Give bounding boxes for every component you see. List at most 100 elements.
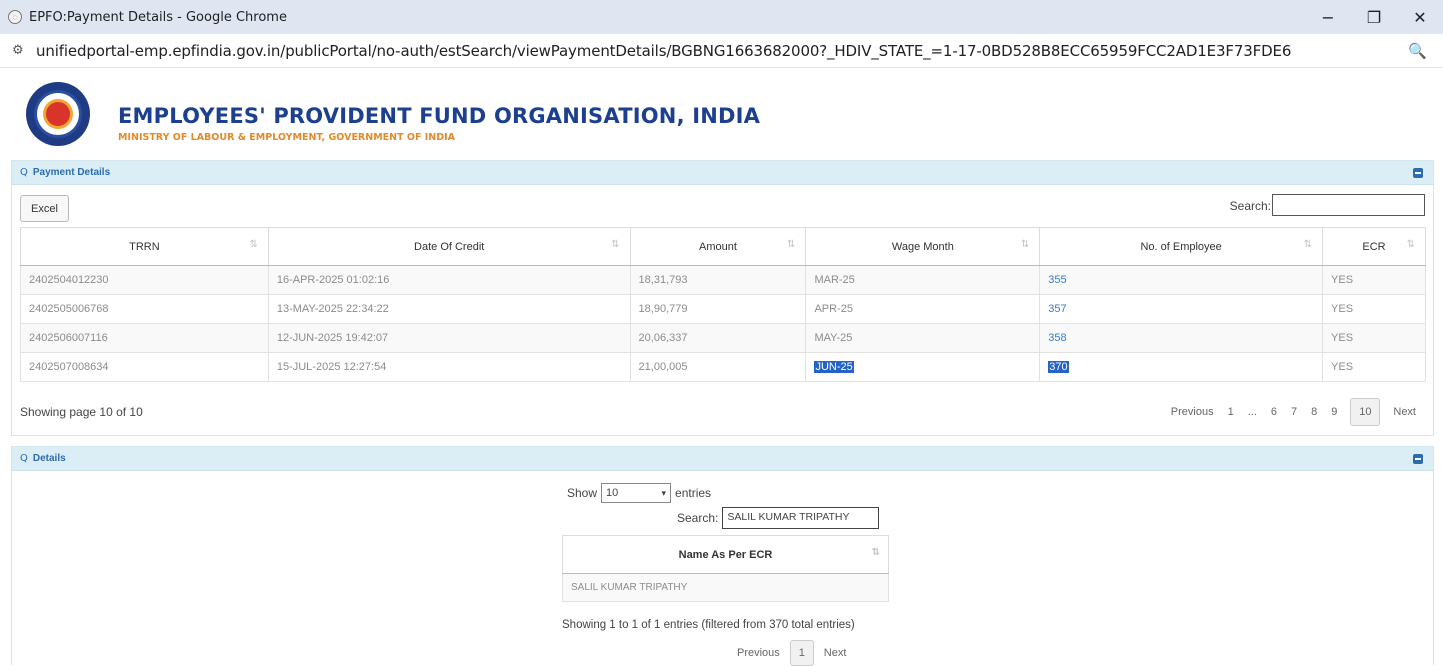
cell-amount: 18,31,793 bbox=[629, 265, 807, 295]
window-controls: − ❐ ✕ bbox=[1305, 0, 1443, 34]
details-pagination: Previous 1 Next bbox=[737, 640, 846, 666]
show-label: Show bbox=[567, 486, 598, 500]
cell-ecr: YES bbox=[1322, 265, 1426, 295]
column-header-wage-month[interactable]: Wage Month ⇅ bbox=[805, 227, 1041, 266]
column-header-trrn[interactable]: TRRN ⇅ bbox=[20, 227, 269, 266]
window-title: EPFO:Payment Details - Google Chrome bbox=[29, 9, 287, 25]
cell-wage-month: APR-25 bbox=[805, 294, 1041, 324]
cell-trrn: 2402506007116 bbox=[20, 323, 269, 353]
ministry-name: MINISTRY OF LABOUR & EMPLOYMENT, GOVERNM… bbox=[118, 132, 456, 143]
selected-employees[interactable]: 370 bbox=[1048, 361, 1069, 373]
sort-icon: ⇅ bbox=[1020, 239, 1030, 250]
entries-select[interactable]: 10 ▾ bbox=[601, 483, 672, 503]
table-row: 2402506007116 12-JUN-2025 19:42:07 20,06… bbox=[20, 323, 1426, 353]
epfo-logo bbox=[26, 82, 90, 146]
sort-icon: ⇅ bbox=[611, 239, 620, 250]
details-search-input[interactable]: SALIL KUMAR TRIPATHY bbox=[722, 507, 880, 529]
pagination-info: Showing page 10 of 10 bbox=[20, 405, 143, 419]
zoom-icon[interactable]: 🔍 bbox=[1408, 42, 1427, 60]
page-7-button[interactable]: 7 bbox=[1284, 406, 1304, 418]
cell-ecr: YES bbox=[1322, 352, 1426, 382]
details-table: Name As Per ECR ⇅ SALIL KUMAR TRIPATHY bbox=[562, 535, 889, 602]
search-label: Search: bbox=[677, 511, 719, 525]
cell-amount: 21,00,005 bbox=[629, 352, 807, 382]
cell-amount: 20,06,337 bbox=[629, 323, 807, 353]
sort-icon: ⇅ bbox=[787, 239, 796, 250]
details-header: Q Details bbox=[12, 447, 1433, 471]
cell-wage-month: JUN-25 bbox=[805, 352, 1041, 382]
cell-date: 16-APR-2025 01:02:16 bbox=[267, 265, 631, 295]
cell-amount: 18,90,779 bbox=[629, 294, 807, 324]
table-row: 2402505006768 13-MAY-2025 22:34:22 18,90… bbox=[20, 294, 1426, 324]
cell-ecr: YES bbox=[1322, 323, 1426, 353]
payment-table: TRRN ⇅ Date Of Credit ⇅ Amount ⇅ Wage Month… bbox=[20, 227, 1426, 382]
selected-wage-month: JUN-25 bbox=[814, 361, 854, 373]
page-6-button[interactable]: 6 bbox=[1264, 406, 1284, 418]
next-page-button[interactable]: Next bbox=[824, 647, 847, 659]
current-page-button[interactable]: 1 bbox=[789, 640, 814, 666]
cell-trrn: 2402505006768 bbox=[20, 294, 269, 324]
panel-title: Payment Details bbox=[32, 167, 111, 178]
collapse-icon[interactable] bbox=[1413, 168, 1423, 178]
employees-link[interactable]: 370 bbox=[1039, 352, 1324, 382]
address-bar: ⚙ unifiedportal-emp.epfindia.gov.in/publ… bbox=[0, 34, 1443, 68]
sort-icon: ⇅ bbox=[1406, 239, 1415, 250]
cell-ecr: YES bbox=[1322, 294, 1426, 324]
page-9-button[interactable]: 9 bbox=[1324, 406, 1344, 418]
collapse-icon[interactable] bbox=[1413, 454, 1423, 464]
details-info: Showing 1 to 1 of 1 entries (filtered fr… bbox=[562, 619, 855, 631]
search-icon: Q bbox=[20, 453, 28, 464]
column-header-date[interactable]: Date Of Credit ⇅ bbox=[267, 227, 631, 266]
close-button[interactable]: ✕ bbox=[1397, 0, 1443, 34]
payment-details-header: Q Payment Details bbox=[12, 161, 1433, 185]
cell-date: 15-JUL-2025 12:27:54 bbox=[267, 352, 631, 382]
site-header: EMPLOYEES' PROVIDENT FUND ORGANISATION, … bbox=[0, 68, 1443, 154]
employees-link[interactable]: 357 bbox=[1039, 294, 1324, 324]
details-search: Search: SALIL KUMAR TRIPATHY bbox=[677, 507, 880, 529]
page-8-button[interactable]: 8 bbox=[1304, 406, 1324, 418]
sort-icon: ⇅ bbox=[871, 547, 880, 558]
page-1-button[interactable]: 1 bbox=[1221, 406, 1241, 418]
excel-button[interactable]: Excel bbox=[20, 195, 69, 222]
chevron-down-icon: ▾ bbox=[661, 487, 667, 498]
employees-link[interactable]: 355 bbox=[1039, 265, 1324, 295]
cell-trrn: 2402504012230 bbox=[20, 265, 269, 295]
cell-date: 13-MAY-2025 22:34:22 bbox=[267, 294, 631, 324]
cell-wage-month: MAY-25 bbox=[805, 323, 1041, 353]
cell-date: 12-JUN-2025 19:42:07 bbox=[267, 323, 631, 353]
sort-icon: ⇅ bbox=[1303, 239, 1313, 250]
page-favicon-icon: ◌ bbox=[8, 10, 22, 24]
column-header-name[interactable]: Name As Per ECR ⇅ bbox=[562, 535, 889, 574]
restore-button[interactable]: ❐ bbox=[1351, 0, 1397, 34]
employees-link[interactable]: 358 bbox=[1039, 323, 1324, 353]
search-input[interactable] bbox=[1272, 194, 1425, 216]
column-header-ecr[interactable]: ECR ⇅ bbox=[1322, 227, 1426, 266]
pagination: Previous 1 ... 6 7 8 9 10 Next bbox=[1164, 398, 1423, 426]
search-label: Search: bbox=[1229, 199, 1271, 213]
details-panel: Q Details Show 10 ▾ entries Search: SALI… bbox=[11, 446, 1434, 666]
table-row: 2402504012230 16-APR-2025 01:02:16 18,31… bbox=[20, 265, 1426, 295]
payment-details-panel: Q Payment Details Excel Search: TRRN ⇅ Da… bbox=[11, 160, 1434, 436]
page-ellipsis: ... bbox=[1247, 406, 1257, 418]
table-row: 2402507008634 15-JUL-2025 12:27:54 21,00… bbox=[20, 352, 1426, 382]
cell-trrn: 2402507008634 bbox=[20, 352, 269, 382]
site-info-icon[interactable]: ⚙ bbox=[12, 43, 28, 58]
org-name: EMPLOYEES' PROVIDENT FUND ORGANISATION, … bbox=[118, 104, 761, 128]
search-icon: Q bbox=[20, 167, 28, 178]
previous-page-button[interactable]: Previous bbox=[1164, 406, 1221, 418]
table-row: SALIL KUMAR TRIPATHY bbox=[562, 573, 889, 602]
next-page-button[interactable]: Next bbox=[1386, 406, 1423, 418]
column-header-employees[interactable]: No. of Employee ⇅ bbox=[1039, 227, 1324, 266]
url-field[interactable]: unifiedportal-emp.epfindia.gov.in/public… bbox=[36, 42, 1291, 60]
column-header-amount[interactable]: Amount ⇅ bbox=[629, 227, 807, 266]
panel-title: Details bbox=[32, 453, 66, 464]
cell-name: SALIL KUMAR TRIPATHY bbox=[562, 573, 889, 602]
window-titlebar: ◌ EPFO:Payment Details - Google Chrome −… bbox=[0, 0, 1443, 34]
previous-page-button[interactable]: Previous bbox=[737, 647, 780, 659]
cell-wage-month: MAR-25 bbox=[805, 265, 1041, 295]
page-length-control: Show 10 ▾ entries bbox=[567, 483, 711, 503]
current-page-button[interactable]: 10 bbox=[1350, 398, 1381, 426]
minimize-button[interactable]: − bbox=[1305, 0, 1351, 34]
entries-label: entries bbox=[675, 486, 712, 500]
sort-icon: ⇅ bbox=[249, 239, 258, 250]
